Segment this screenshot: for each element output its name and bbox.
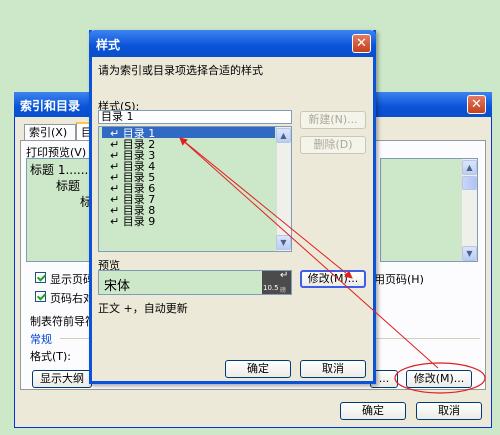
annotation-arrow-1 xyxy=(179,137,439,369)
annotation-overlay xyxy=(179,137,486,394)
annotation-arrow-2 xyxy=(179,137,353,279)
annotation-ellipse xyxy=(394,362,486,394)
